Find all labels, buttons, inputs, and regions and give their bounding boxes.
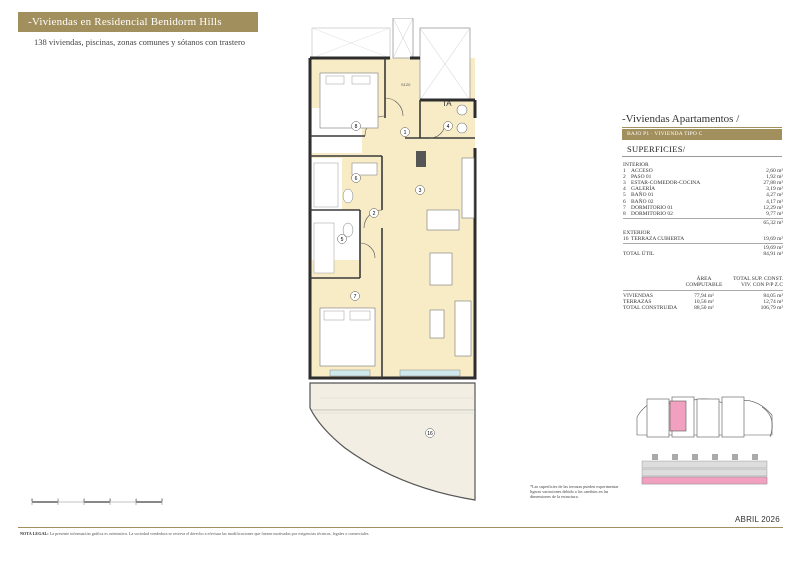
room-number-5: 5 bbox=[341, 237, 344, 243]
divider bbox=[18, 527, 783, 528]
legal-note: NOTA LEGAL: La presente información gráf… bbox=[20, 531, 780, 536]
legal-text: La presente información gráfica es orien… bbox=[49, 531, 370, 536]
floor-plan: 1 2 3 4 5 6 7 8 16 TA S120 bbox=[308, 18, 477, 501]
surface-name: TERRAZA CUBIERTA bbox=[631, 236, 685, 243]
date-label: ABRIL 2026 bbox=[735, 515, 780, 524]
scale-bar bbox=[31, 499, 163, 505]
room-number-1: 1 bbox=[404, 130, 407, 136]
legal-label: NOTA LEGAL: bbox=[20, 531, 49, 536]
footnote: *Las superficies de las terrazas pueden … bbox=[530, 484, 619, 499]
room-number-16: 16 bbox=[427, 431, 433, 437]
surfaces-title: SUPERFICIES/ bbox=[627, 144, 686, 154]
summary-computable: 88,50 m² bbox=[694, 305, 714, 312]
surfaces-table: INTERIOR 1 ACCESO 2,60 m² 2 PASO 01 1,92 m² 3 E… bbox=[623, 162, 783, 257]
summary-col1-header: ÁREA COMPUTABLE bbox=[685, 276, 723, 289]
divider bbox=[622, 127, 782, 128]
interior-total: 65,32 m² bbox=[763, 219, 783, 226]
summary-col2-header: TOTAL SUP. CONST. VIV. CON P/P Z.C bbox=[733, 276, 783, 289]
scale-label: 1 bbox=[57, 497, 60, 502]
room-number-7: 7 bbox=[354, 294, 357, 300]
surface-row: 8 DORMITORIO 02 9,77 m² bbox=[623, 211, 783, 217]
room-number-2: 2 bbox=[373, 211, 376, 217]
door-label: S120 bbox=[401, 82, 411, 87]
scale-label: 0 bbox=[31, 497, 34, 502]
unit-subtitle: BAJO P1 · VIVIENDA TIPO C bbox=[622, 129, 782, 140]
room-number-3: 3 bbox=[419, 188, 422, 194]
divider bbox=[622, 156, 782, 157]
surface-number: 8 bbox=[623, 210, 626, 217]
room-number-4: 4 bbox=[447, 124, 450, 130]
header-title: -Viviendas en Residencial Benidorm Hills bbox=[18, 12, 258, 32]
total-value: 84,91 m² bbox=[763, 251, 783, 258]
scale-label: 2 bbox=[83, 497, 86, 502]
surface-area: 9,77 m² bbox=[766, 210, 783, 217]
scale-label: 4 bbox=[135, 497, 138, 502]
plan-tag: TA bbox=[442, 99, 452, 108]
room-number-8: 8 bbox=[355, 124, 358, 130]
surface-number: 16 bbox=[623, 236, 629, 243]
summary-table: ÁREA COMPUTABLE TOTAL SUP. CONST. VIV. C… bbox=[623, 276, 783, 311]
surface-area: 19,69 m² bbox=[763, 236, 783, 243]
room-number-6: 6 bbox=[355, 176, 358, 182]
scale-label: 5 bbox=[161, 497, 164, 502]
scale-label: 3 bbox=[109, 497, 112, 502]
intro-text: 138 viviendas, piscinas, zonas comunes y… bbox=[34, 37, 246, 47]
summary-label: TOTAL CONSTRUIDA bbox=[623, 305, 678, 312]
total-label: TOTAL ÚTIL bbox=[623, 251, 655, 258]
building-key-map bbox=[636, 396, 773, 485]
section-title: -Viviendas Apartamentos / bbox=[622, 113, 740, 125]
surface-row: 16 TERRAZA CUBIERTA 19,69 m² bbox=[623, 236, 783, 242]
summary-built: 106,79 m² bbox=[760, 305, 783, 312]
summary-row: TOTAL CONSTRUIDA 88,50 m² 106,79 m² bbox=[623, 305, 783, 311]
surface-name: DORMITORIO 02 bbox=[631, 210, 673, 217]
